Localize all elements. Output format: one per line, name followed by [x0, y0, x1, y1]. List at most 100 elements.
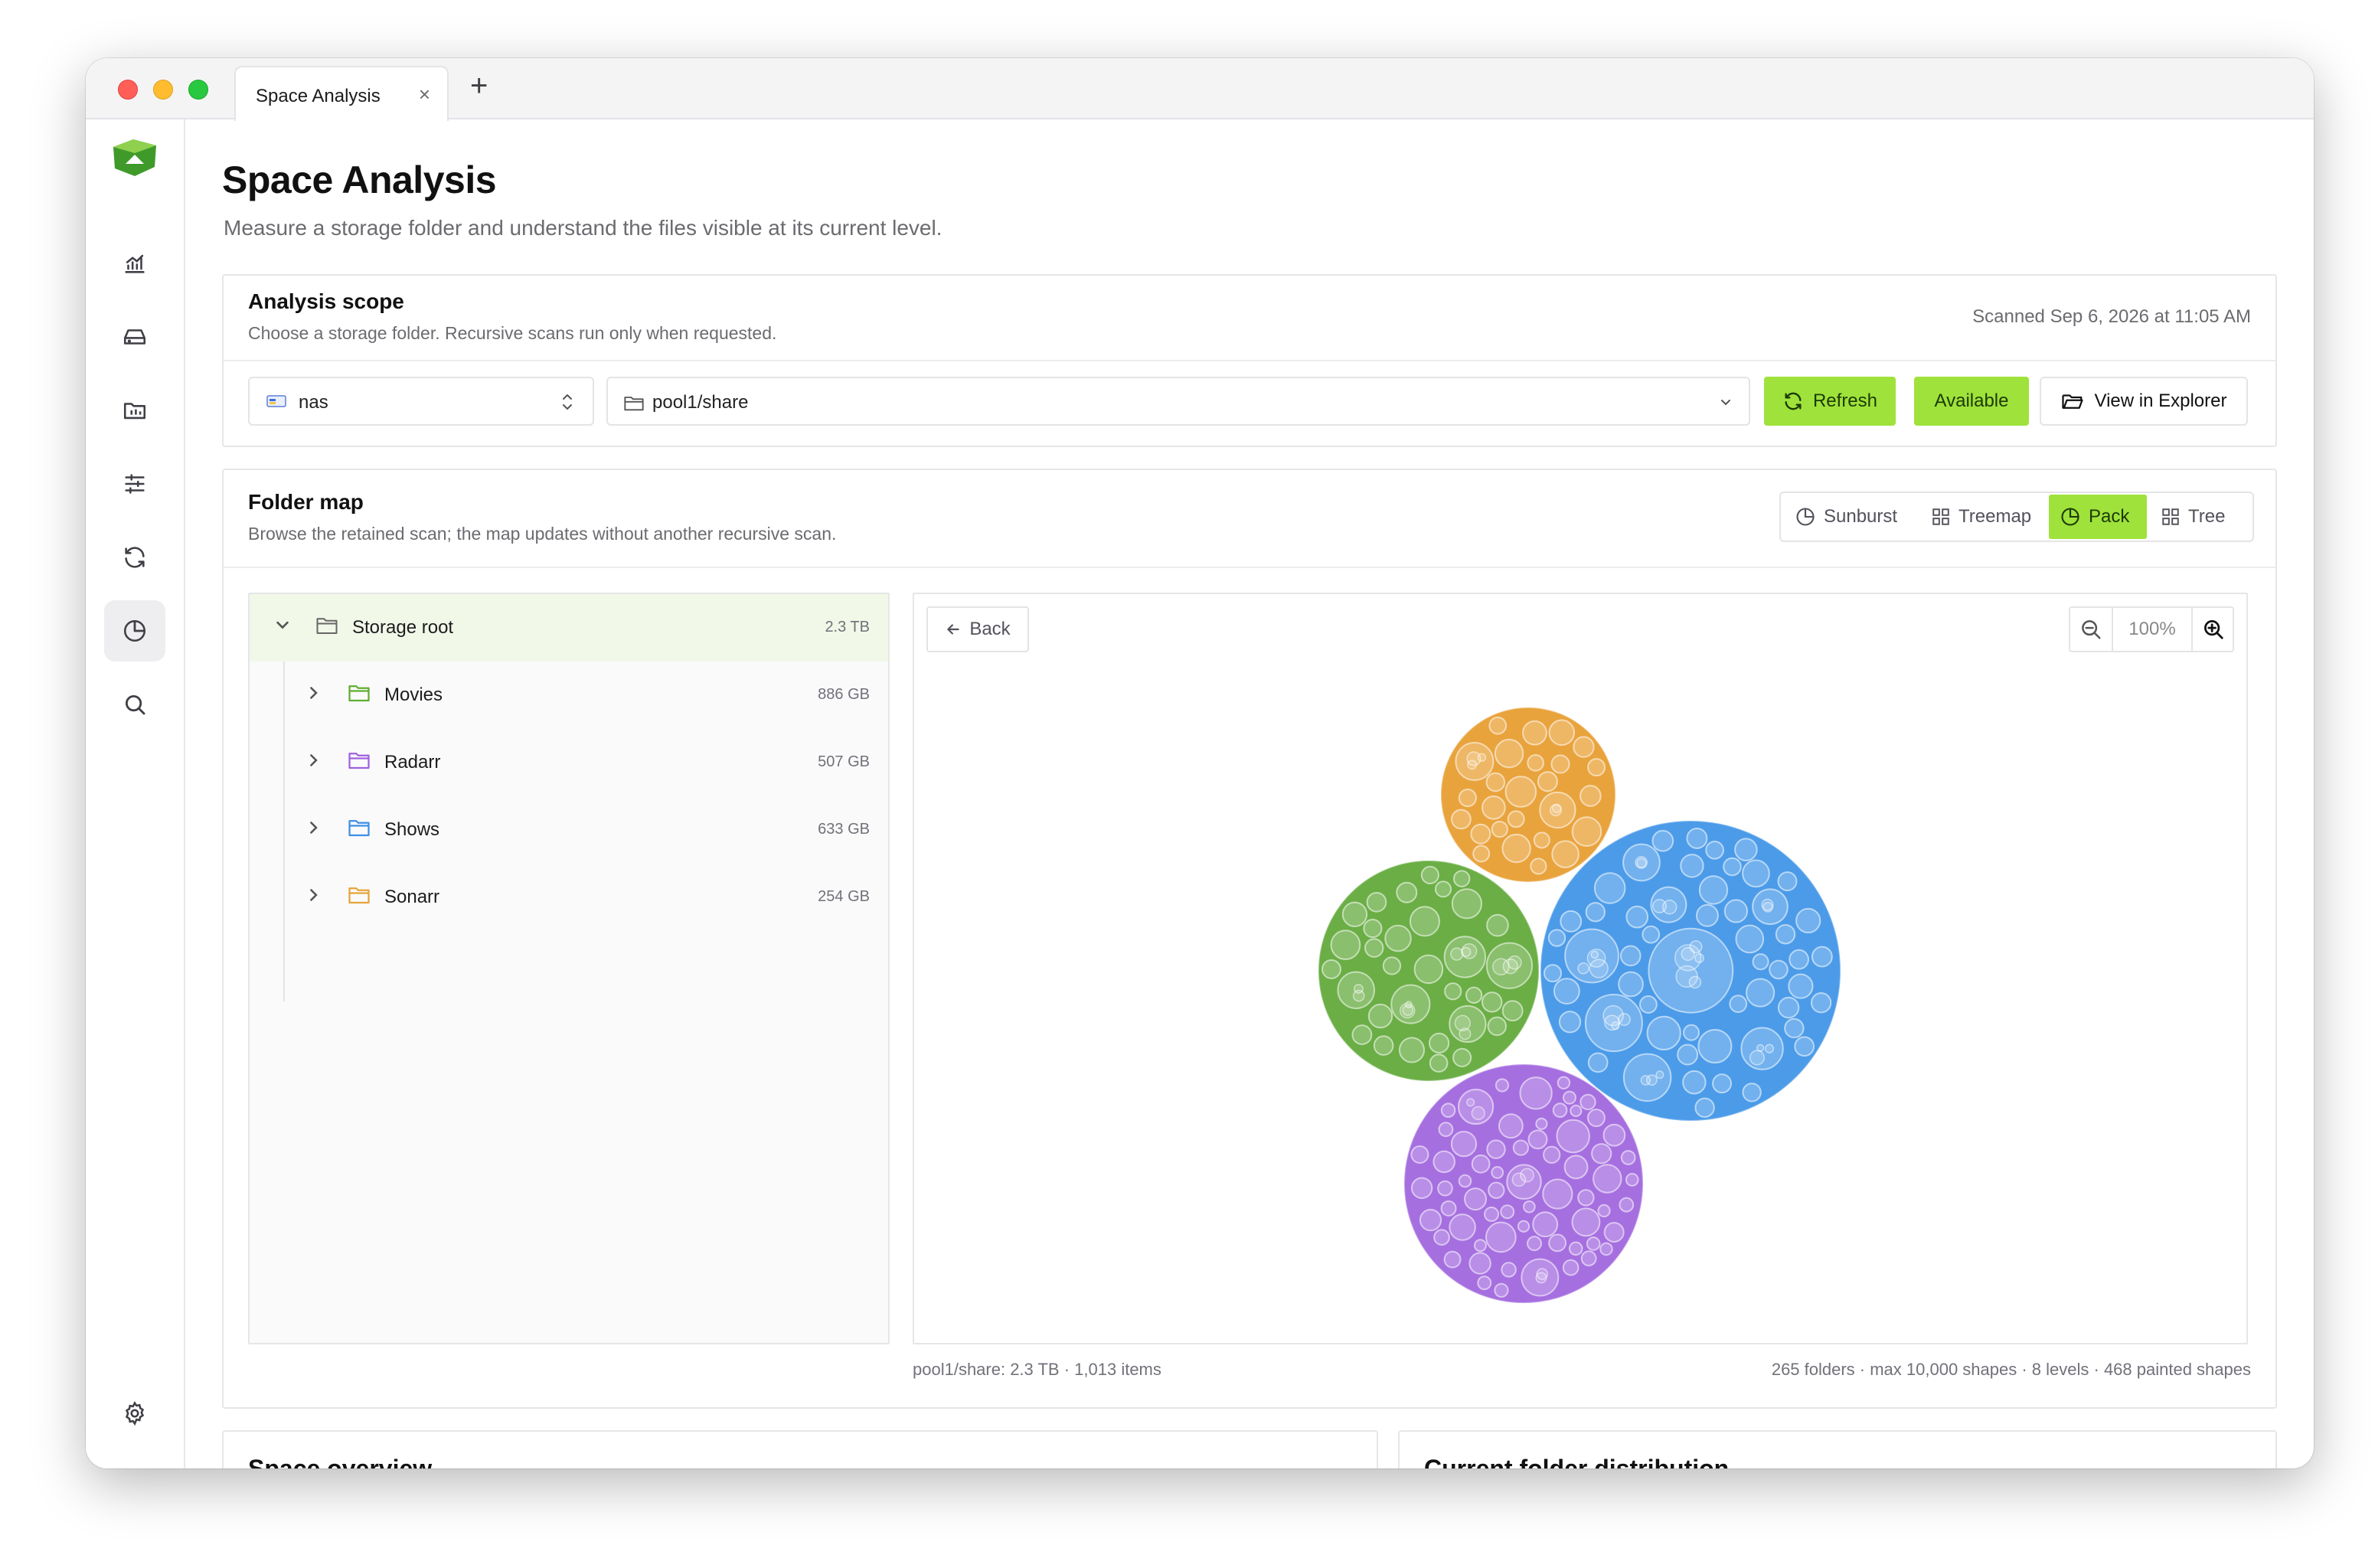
pack-file-circle[interactable]: [1532, 1211, 1559, 1238]
pack-file-circle[interactable]: [1409, 906, 1441, 937]
pack-file-circle[interactable]: [1451, 888, 1483, 920]
pack-file-circle[interactable]: [1591, 1143, 1612, 1165]
pack-file-circle[interactable]: [1556, 1119, 1590, 1154]
pack-file-circle[interactable]: [1697, 1028, 1733, 1064]
pack-file-circle[interactable]: [1420, 865, 1439, 885]
pack-file-circle[interactable]: [1543, 964, 1563, 983]
pack-file-circle[interactable]: [1655, 1070, 1664, 1080]
pack-file-circle[interactable]: [1682, 1070, 1707, 1095]
pack-file-circle[interactable]: [1501, 1262, 1517, 1278]
drive-icon[interactable]: [104, 306, 165, 368]
pack-file-circle[interactable]: [1398, 1037, 1426, 1063]
chevron-right-icon[interactable]: [303, 750, 323, 774]
pack-file-circle[interactable]: [1488, 1181, 1505, 1199]
pack-file-circle[interactable]: [1488, 716, 1508, 735]
pack-file-circle[interactable]: [1553, 978, 1580, 1004]
pack-file-circle[interactable]: [1434, 880, 1452, 898]
pack-file-circle[interactable]: [1444, 982, 1462, 1001]
pack-file-circle[interactable]: [1366, 891, 1387, 913]
new-tab-button[interactable]: +: [470, 69, 488, 103]
pack-file-circle[interactable]: [1440, 1102, 1456, 1118]
pack-file-circle[interactable]: [1468, 1252, 1491, 1275]
pack-file-circle[interactable]: [1501, 1000, 1524, 1022]
pack-file-circle[interactable]: [1351, 1024, 1373, 1045]
pack-file-circle[interactable]: [1464, 1187, 1488, 1211]
pack-file-circle[interactable]: [1573, 736, 1595, 758]
tab-treemap[interactable]: Treemap: [1931, 495, 2031, 539]
pack-file-circle[interactable]: [1795, 907, 1821, 934]
tree-row-sonarr[interactable]: Sonarr 254 GB: [250, 864, 888, 931]
pack-file-circle[interactable]: [1810, 992, 1832, 1014]
pack-file-circle[interactable]: [1537, 771, 1558, 792]
pack-file-circle[interactable]: [1577, 1189, 1595, 1207]
pack-file-circle[interactable]: [1471, 1154, 1491, 1174]
storage-select[interactable]: nas: [248, 377, 594, 426]
pack-file-circle[interactable]: [1557, 1076, 1571, 1089]
pack-file-circle[interactable]: [1775, 923, 1796, 945]
pack-file-circle[interactable]: [1563, 1155, 1589, 1180]
pack-file-circle[interactable]: [1465, 986, 1483, 1004]
pack-file-circle[interactable]: [1777, 871, 1798, 892]
pack-file-circle[interactable]: [1619, 945, 1642, 967]
pack-file-circle[interactable]: [1364, 938, 1384, 958]
pack-file-circle[interactable]: [1646, 1074, 1658, 1086]
pack-file-circle[interactable]: [1527, 754, 1544, 772]
pack-file-circle[interactable]: [1746, 978, 1776, 1008]
pack-file-circle[interactable]: [1603, 1221, 1625, 1243]
pack-file-circle[interactable]: [1527, 1236, 1543, 1252]
tab-close-icon[interactable]: ×: [419, 83, 430, 106]
pack-file-circle[interactable]: [1705, 840, 1724, 860]
pack-file-circle[interactable]: [1625, 1173, 1639, 1187]
pack-file-circle[interactable]: [1433, 1229, 1450, 1246]
pack-file-circle[interactable]: [1723, 899, 1749, 923]
pack-file-circle[interactable]: [1472, 844, 1491, 863]
pack-file-circle[interactable]: [1341, 901, 1368, 927]
pack-file-circle[interactable]: [1568, 1241, 1583, 1256]
pack-file-circle[interactable]: [1694, 1097, 1715, 1118]
pack-file-circle[interactable]: [1587, 758, 1606, 777]
pack-file-circle[interactable]: [1517, 1220, 1531, 1233]
pack-file-circle[interactable]: [1481, 991, 1503, 1013]
pack-file-circle[interactable]: [1452, 1047, 1472, 1067]
pack-file-circle[interactable]: [1536, 1268, 1549, 1280]
pack-file-circle[interactable]: [1458, 1174, 1472, 1188]
pack-file-circle[interactable]: [1522, 720, 1547, 746]
pack-file-circle[interactable]: [1491, 1166, 1504, 1179]
pack-file-circle[interactable]: [1734, 838, 1758, 862]
pack-file-circle[interactable]: [1419, 1208, 1442, 1232]
pack-file-circle[interactable]: [1789, 949, 1809, 970]
pack-file-circle[interactable]: [1527, 1129, 1548, 1150]
pack-file-circle[interactable]: [1580, 1093, 1596, 1111]
refresh-button[interactable]: Refresh: [1764, 377, 1896, 426]
pack-file-circle[interactable]: [1562, 1259, 1580, 1276]
pack-file-circle[interactable]: [1363, 919, 1383, 939]
pack-file-circle[interactable]: [1410, 1177, 1433, 1199]
pack-file-circle[interactable]: [1652, 899, 1667, 913]
pack-file-circle[interactable]: [1466, 1098, 1475, 1107]
pack-file-circle[interactable]: [1452, 870, 1471, 887]
pack-file-circle[interactable]: [1494, 738, 1524, 769]
pack-file-circle[interactable]: [1577, 962, 1589, 975]
pie-chart-icon[interactable]: [104, 600, 165, 662]
pack-file-circle[interactable]: [1579, 785, 1602, 807]
pack-file-circle[interactable]: [1512, 1139, 1530, 1156]
pack-file-circle[interactable]: [1450, 1130, 1478, 1158]
pack-file-circle[interactable]: [1571, 1207, 1601, 1237]
pack-file-circle[interactable]: [1547, 929, 1566, 947]
circle-pack-chart[interactable]: [914, 594, 2246, 1343]
pack-file-circle[interactable]: [1548, 719, 1576, 746]
pack-file-circle[interactable]: [1486, 1139, 1506, 1159]
tree-row-movies[interactable]: Movies 886 GB: [250, 662, 888, 729]
pack-file-circle[interactable]: [1769, 959, 1789, 980]
pack-file-circle[interactable]: [1689, 940, 1703, 954]
pack-file-circle[interactable]: [1695, 903, 1719, 927]
pack-file-circle[interactable]: [1413, 954, 1444, 985]
pack-file-circle[interactable]: [1485, 1221, 1517, 1253]
pack-file-circle[interactable]: [1543, 1145, 1561, 1164]
pack-file-circle[interactable]: [1498, 1113, 1524, 1139]
pack-file-circle[interactable]: [1620, 1150, 1636, 1165]
chevron-right-icon[interactable]: [303, 818, 323, 841]
pack-file-circle[interactable]: [1495, 1078, 1510, 1093]
pack-file-circle[interactable]: [1586, 1236, 1601, 1251]
pack-file-circle[interactable]: [1749, 1050, 1765, 1066]
